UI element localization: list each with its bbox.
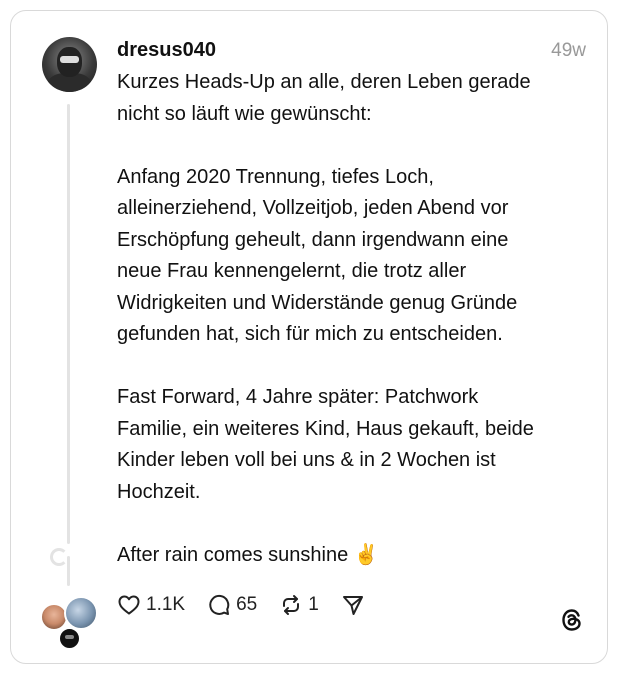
body-line: Fast Forward, 4 Jahre später: Patchwork xyxy=(117,386,479,408)
body-line: Kurzes Heads-Up an alle, deren Leben ger… xyxy=(117,71,531,93)
heart-icon xyxy=(118,595,140,615)
post-timestamp[interactable]: 49w xyxy=(551,40,586,62)
body-line: Erschöpfung geheult, dann irgendwann ein… xyxy=(117,228,509,251)
body-line: gefunden hat, sich für mich zu entscheid… xyxy=(117,323,503,345)
send-icon xyxy=(342,596,363,615)
repost-button[interactable]: 1 xyxy=(279,593,319,617)
comment-bubble-icon xyxy=(209,595,230,615)
author-avatar[interactable] xyxy=(42,37,97,92)
replier-avatar[interactable] xyxy=(58,627,81,650)
body-line: Widrigkeiten und Widerstände genug Gründ… xyxy=(117,291,518,314)
like-count: 1.1K xyxy=(146,594,186,615)
body-line: neue Frau kennengelernt, die trotz aller xyxy=(117,260,467,282)
body-line: nicht so läuft wie gewünscht: xyxy=(117,102,372,125)
body-line: Kinder leben voll bei uns & in 2 Wochen … xyxy=(117,449,496,471)
body-line: Hochzeit. xyxy=(117,480,201,503)
reply-button[interactable]: 65 xyxy=(207,593,257,617)
thread-line xyxy=(67,104,70,544)
action-bar: 1.1K 65 1 xyxy=(117,592,392,618)
body-line: Anfang 2020 Trennung, tiefes Loch, xyxy=(117,165,434,188)
like-button[interactable]: 1.1K xyxy=(117,593,185,617)
repost-count: 1 xyxy=(308,594,319,615)
replier-avatar[interactable] xyxy=(64,596,98,630)
body-line: alleinerziehend, Vollzeitjob, jeden Aben… xyxy=(117,197,509,219)
reply-count: 65 xyxy=(236,594,258,615)
body-line: Familie, ein weiteres Kind, Haus gekauft… xyxy=(117,417,534,440)
thread-line-curl xyxy=(50,548,68,566)
author-username[interactable]: dresus040 xyxy=(117,39,216,62)
repost-icon xyxy=(283,595,300,615)
share-button[interactable] xyxy=(341,593,370,617)
post-body: Kurzes Heads-Up an alle, deren Leben ger… xyxy=(117,67,587,571)
thread-line-tail xyxy=(67,556,70,586)
threads-logo-icon[interactable] xyxy=(559,607,585,633)
body-line: After rain comes sunshine ✌️ xyxy=(117,543,379,566)
